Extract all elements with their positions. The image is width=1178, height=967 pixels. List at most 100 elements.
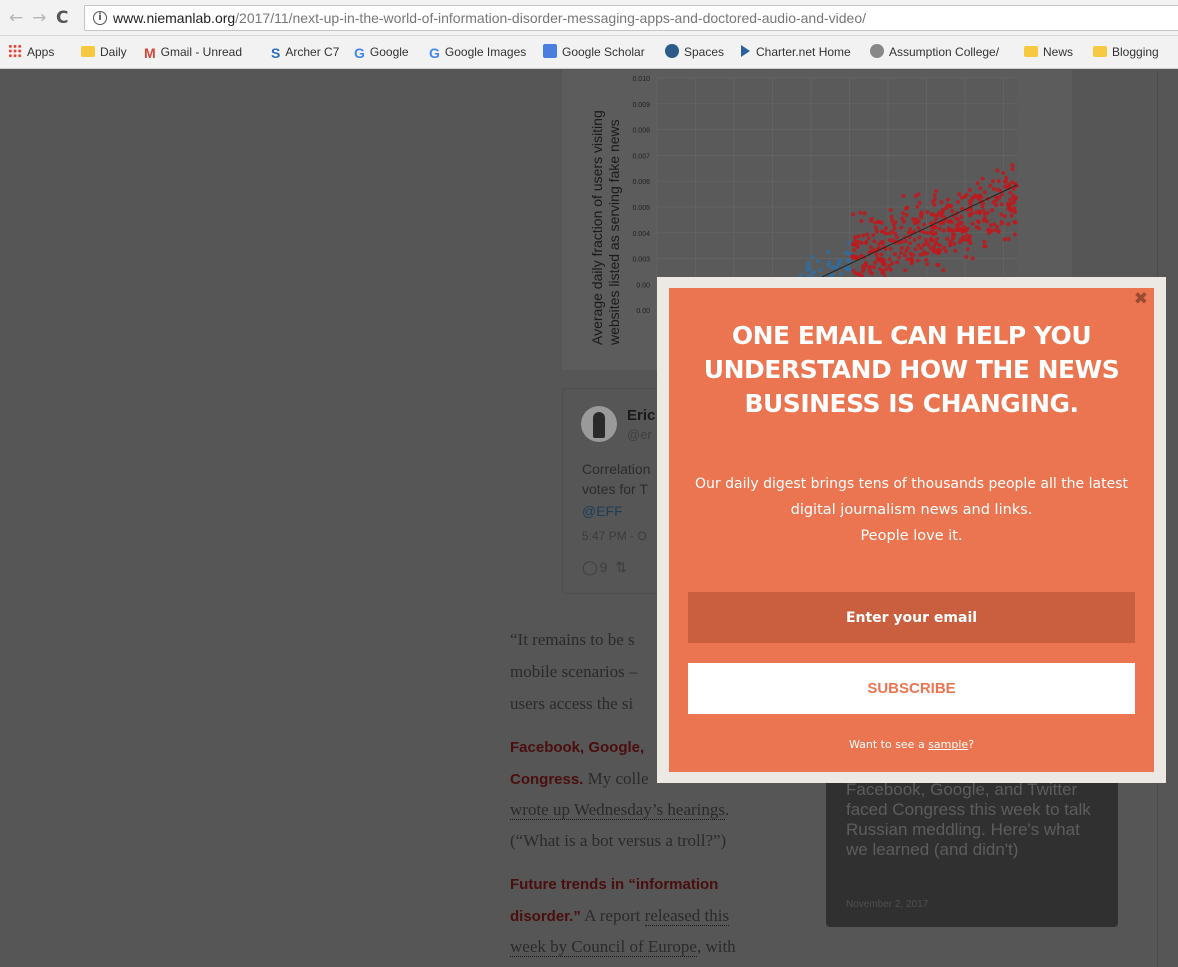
data-point xyxy=(988,183,993,188)
tweet-actions[interactable]: ◯9 ⇅ xyxy=(582,559,629,576)
article-text: A report xyxy=(580,906,645,925)
data-point xyxy=(913,194,918,199)
data-point xyxy=(865,232,869,237)
data-point xyxy=(991,187,996,191)
data-point xyxy=(852,248,857,252)
data-point xyxy=(1006,201,1010,206)
data-point xyxy=(982,239,987,244)
address-bar[interactable]: i www.niemanlab.org/2017/11/next-up-in-t… xyxy=(84,5,1178,31)
data-point xyxy=(1001,171,1006,175)
data-point xyxy=(871,265,876,270)
related-story-headline[interactable]: Facebook, Google, and Twitter faced Cong… xyxy=(846,780,1106,860)
data-point xyxy=(856,271,861,276)
data-point xyxy=(873,260,878,265)
bookmark-charter[interactable]: Charter.net Home xyxy=(741,44,851,60)
tweet-author-name[interactable]: Eric xyxy=(627,407,655,424)
tweet-text-line: votes for T xyxy=(582,481,648,497)
article-link-council[interactable]: week by Council of Europe xyxy=(510,937,697,957)
back-arrow-icon[interactable]: ← xyxy=(9,9,23,27)
data-point xyxy=(884,231,889,236)
data-point xyxy=(996,179,1001,183)
data-point xyxy=(859,240,864,245)
data-point xyxy=(825,250,830,255)
tweet-mention-link[interactable]: @EFF xyxy=(582,503,623,519)
article-link-hearings[interactable]: wrote up Wednesday’s hearings xyxy=(510,800,726,820)
bookmark-blogging[interactable]: Blogging xyxy=(1093,44,1159,60)
bookmark-google-images[interactable]: G Google Images xyxy=(429,44,526,60)
article-link-report[interactable]: released this xyxy=(644,906,730,926)
data-point xyxy=(1008,190,1013,195)
sample-link[interactable]: sample xyxy=(928,738,968,751)
data-point xyxy=(953,248,958,253)
data-point xyxy=(949,204,954,208)
data-point xyxy=(946,226,951,231)
data-point xyxy=(975,219,980,224)
info-icon[interactable]: i xyxy=(93,11,107,25)
avatar[interactable] xyxy=(581,406,617,442)
bookmarks-bar: Apps Daily M Gmail - Unread S Archer C7 GG… xyxy=(0,36,1178,69)
close-icon[interactable]: ✖ xyxy=(1134,289,1148,309)
data-point xyxy=(1008,197,1013,202)
data-point xyxy=(869,218,873,223)
data-point xyxy=(912,237,917,242)
data-point xyxy=(978,186,983,191)
data-point xyxy=(1012,198,1017,203)
data-point xyxy=(859,253,864,258)
data-point xyxy=(980,176,985,181)
data-point xyxy=(866,236,871,241)
modal-description: Our daily digest brings tens of thousand… xyxy=(695,476,1128,492)
bookmark-assumption[interactable]: Assumption College/ xyxy=(870,44,999,60)
bookmark-label: Google Images xyxy=(444,45,527,59)
google-scholar-icon xyxy=(543,44,557,58)
y-tick-label: 0.009 xyxy=(632,102,650,109)
data-point xyxy=(943,249,948,254)
bookmark-google-scholar[interactable]: Google Scholar xyxy=(543,44,645,60)
folder-icon xyxy=(81,46,95,57)
data-point xyxy=(897,255,902,260)
archer-icon: S xyxy=(271,45,281,61)
y-axis-label-line2: websites listed as serving fake news xyxy=(606,119,622,346)
tweet-timestamp[interactable]: 5:47 PM - O xyxy=(582,529,647,543)
subscribe-button[interactable]: SUBSCRIBE xyxy=(688,663,1135,714)
data-point xyxy=(982,217,987,222)
data-point xyxy=(996,229,1001,234)
folder-icon xyxy=(1093,46,1107,57)
data-point xyxy=(887,263,892,268)
data-point xyxy=(919,215,924,220)
bookmark-archer[interactable]: S Archer C7 xyxy=(271,44,339,60)
data-point xyxy=(955,200,960,204)
bookmark-spaces[interactable]: Spaces xyxy=(665,44,724,60)
data-point xyxy=(879,220,884,225)
bookmark-daily[interactable]: Daily xyxy=(81,44,127,60)
data-point xyxy=(923,238,928,242)
email-field[interactable] xyxy=(688,592,1135,643)
modal-description: digital journalism news and links. xyxy=(790,502,1033,518)
reload-icon[interactable]: C xyxy=(56,9,68,27)
data-point xyxy=(882,262,887,267)
forward-arrow-icon[interactable]: → xyxy=(32,9,46,27)
y-tick-label: 0.004 xyxy=(632,231,650,238)
data-point xyxy=(805,267,810,272)
gmail-icon: M xyxy=(144,45,156,61)
article-line: wrote up Wednesday’s hearings. xyxy=(510,800,729,820)
bookmark-news[interactable]: News xyxy=(1024,44,1073,60)
tweet-author-handle[interactable]: @er xyxy=(627,427,652,442)
data-point xyxy=(861,267,866,272)
data-point xyxy=(967,188,972,193)
data-point xyxy=(899,250,903,255)
data-point xyxy=(933,240,938,245)
apps-grid-icon xyxy=(8,44,22,58)
data-point xyxy=(860,233,865,238)
data-point xyxy=(837,261,842,266)
article-text: . xyxy=(725,800,730,819)
url-text[interactable]: www.niemanlab.org/2017/11/next-up-in-the… xyxy=(113,10,866,26)
data-point xyxy=(900,216,905,221)
data-point xyxy=(869,245,874,250)
data-point xyxy=(899,246,904,251)
bookmark-google[interactable]: G Google xyxy=(354,44,409,60)
data-point xyxy=(989,228,994,233)
bookmark-apps[interactable]: Apps xyxy=(8,44,54,60)
data-point xyxy=(893,220,898,225)
bookmark-gmail[interactable]: M Gmail - Unread xyxy=(144,44,242,60)
data-point xyxy=(997,195,1002,200)
